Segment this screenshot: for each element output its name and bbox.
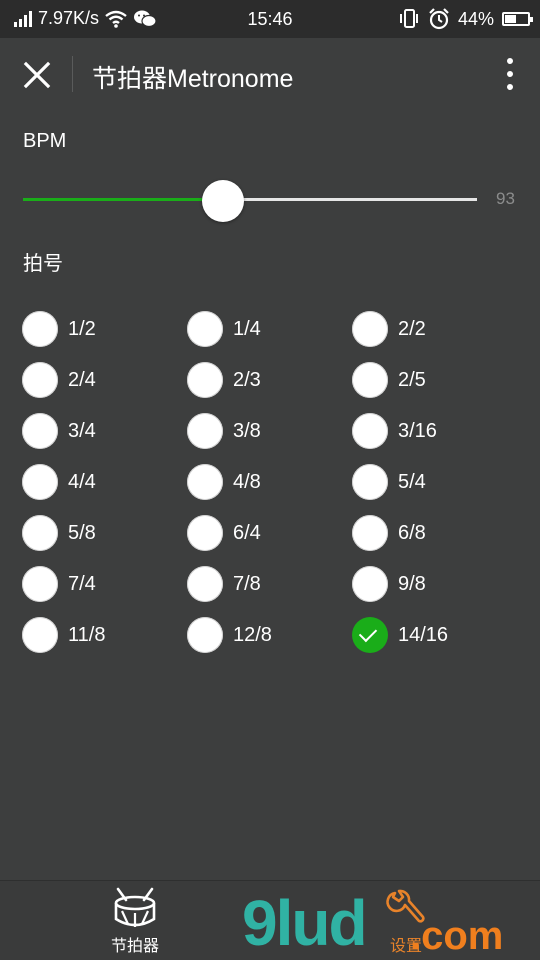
- time-signature-option-label: 12/8: [233, 623, 272, 646]
- bpm-slider-fill: [23, 198, 223, 201]
- radio-unchecked-icon[interactable]: [352, 362, 388, 398]
- tab-settings[interactable]: 设置: [346, 887, 466, 956]
- bpm-slider-thumb[interactable]: [201, 180, 244, 222]
- radio-unchecked-icon[interactable]: [187, 311, 223, 347]
- time-signature-option[interactable]: 2/3: [187, 361, 352, 399]
- time-signature-option-label: 6/8: [398, 521, 426, 544]
- time-signature-option[interactable]: 6/4: [187, 514, 352, 552]
- radio-unchecked-icon[interactable]: [352, 413, 388, 449]
- time-signature-option[interactable]: 11/8: [22, 616, 187, 654]
- vibrate-icon: [399, 9, 418, 28]
- radio-unchecked-icon[interactable]: [352, 566, 388, 602]
- close-icon[interactable]: [18, 56, 56, 94]
- radio-unchecked-icon[interactable]: [187, 566, 223, 602]
- time-signature-option-label: 3/4: [68, 419, 96, 442]
- time-signature-option[interactable]: 1/4: [187, 310, 352, 348]
- time-signature-option[interactable]: 12/8: [187, 616, 352, 654]
- radio-unchecked-icon[interactable]: [22, 362, 58, 398]
- radio-unchecked-icon[interactable]: [187, 617, 223, 653]
- time-signature-option-label: 3/8: [233, 419, 261, 442]
- time-signature-option-label: 2/5: [398, 368, 426, 391]
- time-signature-option-label: 2/2: [398, 317, 426, 340]
- radio-unchecked-icon[interactable]: [187, 515, 223, 551]
- time-signature-option-label: 1/2: [68, 317, 96, 340]
- time-signature-option-label: 9/8: [398, 572, 426, 595]
- time-signature-option[interactable]: 4/4: [22, 463, 187, 501]
- drum-icon: [114, 887, 156, 927]
- radio-unchecked-icon[interactable]: [187, 362, 223, 398]
- battery-icon: [502, 12, 533, 26]
- time-signature-option[interactable]: 3/8: [187, 412, 352, 450]
- time-signature-option-label: 4/4: [68, 470, 96, 493]
- time-signature-option[interactable]: 14/16: [352, 616, 517, 654]
- time-signature-option[interactable]: 2/4: [22, 361, 187, 399]
- time-signature-option-label: 7/4: [68, 572, 96, 595]
- bottom-tab-bar: 节拍器 设置: [0, 880, 540, 960]
- time-signature-option[interactable]: 2/5: [352, 361, 517, 399]
- radio-unchecked-icon[interactable]: [22, 515, 58, 551]
- time-signature-option[interactable]: 7/4: [22, 565, 187, 603]
- radio-unchecked-icon[interactable]: [352, 311, 388, 347]
- time-signature-option[interactable]: 6/8: [352, 514, 517, 552]
- time-signature-option-label: 5/8: [68, 521, 96, 544]
- time-signature-option-label: 5/4: [398, 470, 426, 493]
- status-right: 44%: [398, 8, 533, 30]
- time-signature-options: 1/2 1/4 2/2 2/4 2/3 2/5 3/4 3/8 3/16 4/4 4/8 5/4 5/8…: [22, 310, 517, 667]
- time-signature-option-label: 2/4: [68, 368, 96, 391]
- time-signature-option-label: 4/8: [233, 470, 261, 493]
- radio-unchecked-icon[interactable]: [22, 566, 58, 602]
- bpm-label: BPM: [23, 130, 67, 152]
- bpm-slider[interactable]: [23, 180, 477, 222]
- radio-unchecked-icon[interactable]: [22, 311, 58, 347]
- radio-unchecked-icon[interactable]: [22, 617, 58, 653]
- time-signature-option-label: 1/4: [233, 317, 261, 340]
- time-signature-option[interactable]: 9/8: [352, 565, 517, 603]
- time-signature-option[interactable]: 3/4: [22, 412, 187, 450]
- page-title: 节拍器Metronome: [92, 65, 294, 93]
- radio-unchecked-icon[interactable]: [22, 413, 58, 449]
- bpm-value: 93: [496, 189, 515, 208]
- time-signature-option-label: 11/8: [68, 623, 106, 646]
- time-signature-option[interactable]: 3/16: [352, 412, 517, 450]
- time-signature-option-label: 6/4: [233, 521, 261, 544]
- wrench-icon: [386, 889, 425, 923]
- time-signature-option[interactable]: 1/2: [22, 310, 187, 348]
- app-bar: 节拍器Metronome: [0, 38, 540, 112]
- time-signature-option-label: 14/16: [398, 623, 449, 646]
- time-signature-option-label: 7/8: [233, 572, 261, 595]
- more-vert-icon[interactable]: [504, 58, 516, 90]
- app-bar-divider: [72, 56, 73, 92]
- radio-checked-icon[interactable]: [352, 617, 388, 653]
- radio-unchecked-icon[interactable]: [187, 464, 223, 500]
- radio-unchecked-icon[interactable]: [352, 464, 388, 500]
- radio-unchecked-icon[interactable]: [22, 464, 58, 500]
- time-signature-option[interactable]: 5/4: [352, 463, 517, 501]
- time-signature-label: 拍号: [23, 253, 63, 275]
- battery-percent: 44%: [457, 8, 494, 29]
- time-signature-option[interactable]: 2/2: [352, 310, 517, 348]
- time-signature-option[interactable]: 5/8: [22, 514, 187, 552]
- radio-unchecked-icon[interactable]: [352, 515, 388, 551]
- radio-unchecked-icon[interactable]: [187, 413, 223, 449]
- tab-metronome-label: 节拍器: [110, 938, 159, 955]
- status-bar: 7.97K/s 15:46 44%: [0, 0, 540, 38]
- time-signature-option[interactable]: 4/8: [187, 463, 352, 501]
- tab-metronome[interactable]: 节拍器: [75, 887, 195, 956]
- alarm-icon: [429, 8, 449, 30]
- time-signature-option-label: 2/3: [233, 368, 261, 391]
- time-signature-option[interactable]: 7/8: [187, 565, 352, 603]
- tab-settings-label: 设置: [389, 938, 422, 955]
- time-signature-option-label: 3/16: [398, 419, 437, 442]
